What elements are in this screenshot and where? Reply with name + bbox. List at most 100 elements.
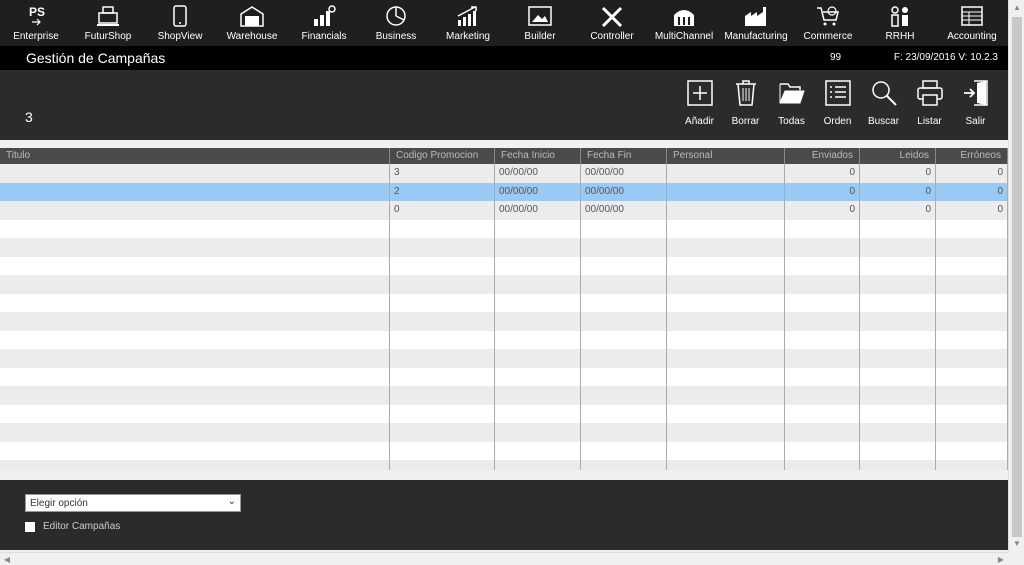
table-cell xyxy=(785,293,860,312)
nav-rrhh[interactable]: RRHH xyxy=(864,0,936,46)
empty-row[interactable] xyxy=(0,367,1008,386)
table-cell xyxy=(581,293,667,312)
table-cell xyxy=(0,256,390,275)
table-cell xyxy=(581,312,667,331)
empty-row[interactable] xyxy=(0,256,1008,275)
table-cell xyxy=(860,386,936,405)
column-header[interactable]: Titulo xyxy=(0,148,390,164)
table-cell xyxy=(860,441,936,460)
table-cell xyxy=(495,441,581,460)
scroll-right-icon[interactable]: ▶ xyxy=(994,553,1008,565)
empty-row[interactable] xyxy=(0,460,1008,470)
column-header[interactable]: Enviados xyxy=(785,148,860,164)
empty-row[interactable] xyxy=(0,349,1008,368)
empty-row[interactable] xyxy=(0,219,1008,238)
empty-row[interactable] xyxy=(0,330,1008,349)
nav-enterprise[interactable]: PS Enterprise xyxy=(0,0,72,46)
table-cell xyxy=(390,386,495,405)
nav-shopview[interactable]: ShopView xyxy=(144,0,216,46)
table-cell xyxy=(936,275,1008,294)
table-cell xyxy=(581,349,667,368)
nav-marketing[interactable]: Marketing xyxy=(432,0,504,46)
table-cell: 00/00/00 xyxy=(581,182,667,201)
column-header[interactable]: Codigo Promocion xyxy=(390,148,495,164)
scroll-up-icon[interactable]: ▲ xyxy=(1009,0,1024,16)
table-cell xyxy=(860,349,936,368)
nav-business[interactable]: Business xyxy=(360,0,432,46)
empty-row[interactable] xyxy=(0,386,1008,405)
print-button[interactable]: Listar xyxy=(907,78,952,127)
scroll-down-icon[interactable]: ▼ xyxy=(1009,536,1024,552)
table-cell xyxy=(390,238,495,257)
table-cell xyxy=(581,256,667,275)
empty-row[interactable] xyxy=(0,423,1008,442)
table-cell: 0 xyxy=(860,201,936,220)
table-cell xyxy=(860,460,936,470)
table-cell xyxy=(785,386,860,405)
editor-campaigns-toggle[interactable]: Editor Campañas xyxy=(25,521,120,532)
table-cell xyxy=(860,367,936,386)
option-select[interactable]: Elegir opción ⌄ xyxy=(25,494,241,512)
column-header[interactable]: Fecha Inicio xyxy=(495,148,581,164)
nav-accounting[interactable]: Accounting xyxy=(936,0,1008,46)
table-cell xyxy=(667,404,785,423)
order-button[interactable]: Orden xyxy=(815,78,860,127)
nav-builder[interactable]: Builder xyxy=(504,0,576,46)
table-cell xyxy=(581,441,667,460)
nav-controller[interactable]: Controller xyxy=(576,0,648,46)
empty-row[interactable] xyxy=(0,404,1008,423)
table-cell xyxy=(936,219,1008,238)
table-cell xyxy=(785,238,860,257)
table-row[interactable]: 0 00/00/00 00/00/00 0 0 0 xyxy=(0,201,1008,220)
table-cell xyxy=(936,423,1008,442)
column-header[interactable]: Fecha Fin xyxy=(581,148,667,164)
add-button[interactable]: Añadir xyxy=(677,78,722,127)
nav-futurshop[interactable]: FuturShop xyxy=(72,0,144,46)
column-header[interactable]: Personal xyxy=(667,148,785,164)
scroll-thumb[interactable] xyxy=(1012,17,1022,537)
horizontal-scrollbar[interactable]: ◀ ▶ xyxy=(0,552,1008,565)
column-header[interactable]: Erróneos xyxy=(936,148,1008,164)
empty-row[interactable] xyxy=(0,441,1008,460)
empty-row[interactable] xyxy=(0,293,1008,312)
table-row[interactable]: 3 00/00/00 00/00/00 0 0 0 xyxy=(0,164,1008,183)
table-cell xyxy=(667,256,785,275)
all-button[interactable]: Todas xyxy=(769,78,814,127)
table-cell xyxy=(936,441,1008,460)
table-row[interactable]: 2 00/00/00 00/00/00 0 0 0 xyxy=(0,182,1008,201)
nav-commerce[interactable]: Commerce xyxy=(792,0,864,46)
table-cell xyxy=(0,164,390,183)
nav-warehouse[interactable]: Warehouse xyxy=(216,0,288,46)
delete-button[interactable]: Borrar xyxy=(723,78,768,127)
table-cell xyxy=(936,404,1008,423)
table-cell xyxy=(860,312,936,331)
table-cell xyxy=(860,275,936,294)
table-cell xyxy=(0,275,390,294)
table-cell xyxy=(785,404,860,423)
grid-header: Titulo Codigo Promocion Fecha Inicio Fec… xyxy=(0,148,1008,164)
nav-label: Marketing xyxy=(446,31,490,42)
table-cell xyxy=(936,330,1008,349)
table-cell xyxy=(936,367,1008,386)
empty-row[interactable] xyxy=(0,238,1008,257)
exit-button[interactable]: Salir xyxy=(953,78,998,127)
search-button[interactable]: Buscar xyxy=(861,78,906,127)
editor-campaigns-label: Editor Campañas xyxy=(43,521,121,532)
table-cell xyxy=(667,164,785,183)
table-cell xyxy=(581,367,667,386)
nav-manufacturing[interactable]: Manufacturing xyxy=(720,0,792,46)
empty-row[interactable] xyxy=(0,312,1008,331)
empty-row[interactable] xyxy=(0,275,1008,294)
scroll-left-icon[interactable]: ◀ xyxy=(0,553,14,565)
table-cell xyxy=(495,330,581,349)
table-cell xyxy=(0,423,390,442)
nav-multichannel[interactable]: MultiChannel xyxy=(648,0,720,46)
vertical-scrollbar[interactable]: ▲ ▼ xyxy=(1008,0,1024,552)
editor-campaigns-checkbox[interactable] xyxy=(25,521,35,532)
table-cell xyxy=(936,256,1008,275)
bottom-panel: Elegir opción ⌄ Editor Campañas xyxy=(0,480,1008,550)
table-cell: 3 xyxy=(390,164,495,183)
tool-label: Todas xyxy=(778,116,805,127)
nav-financials[interactable]: Financials xyxy=(288,0,360,46)
column-header[interactable]: Leidos xyxy=(860,148,936,164)
